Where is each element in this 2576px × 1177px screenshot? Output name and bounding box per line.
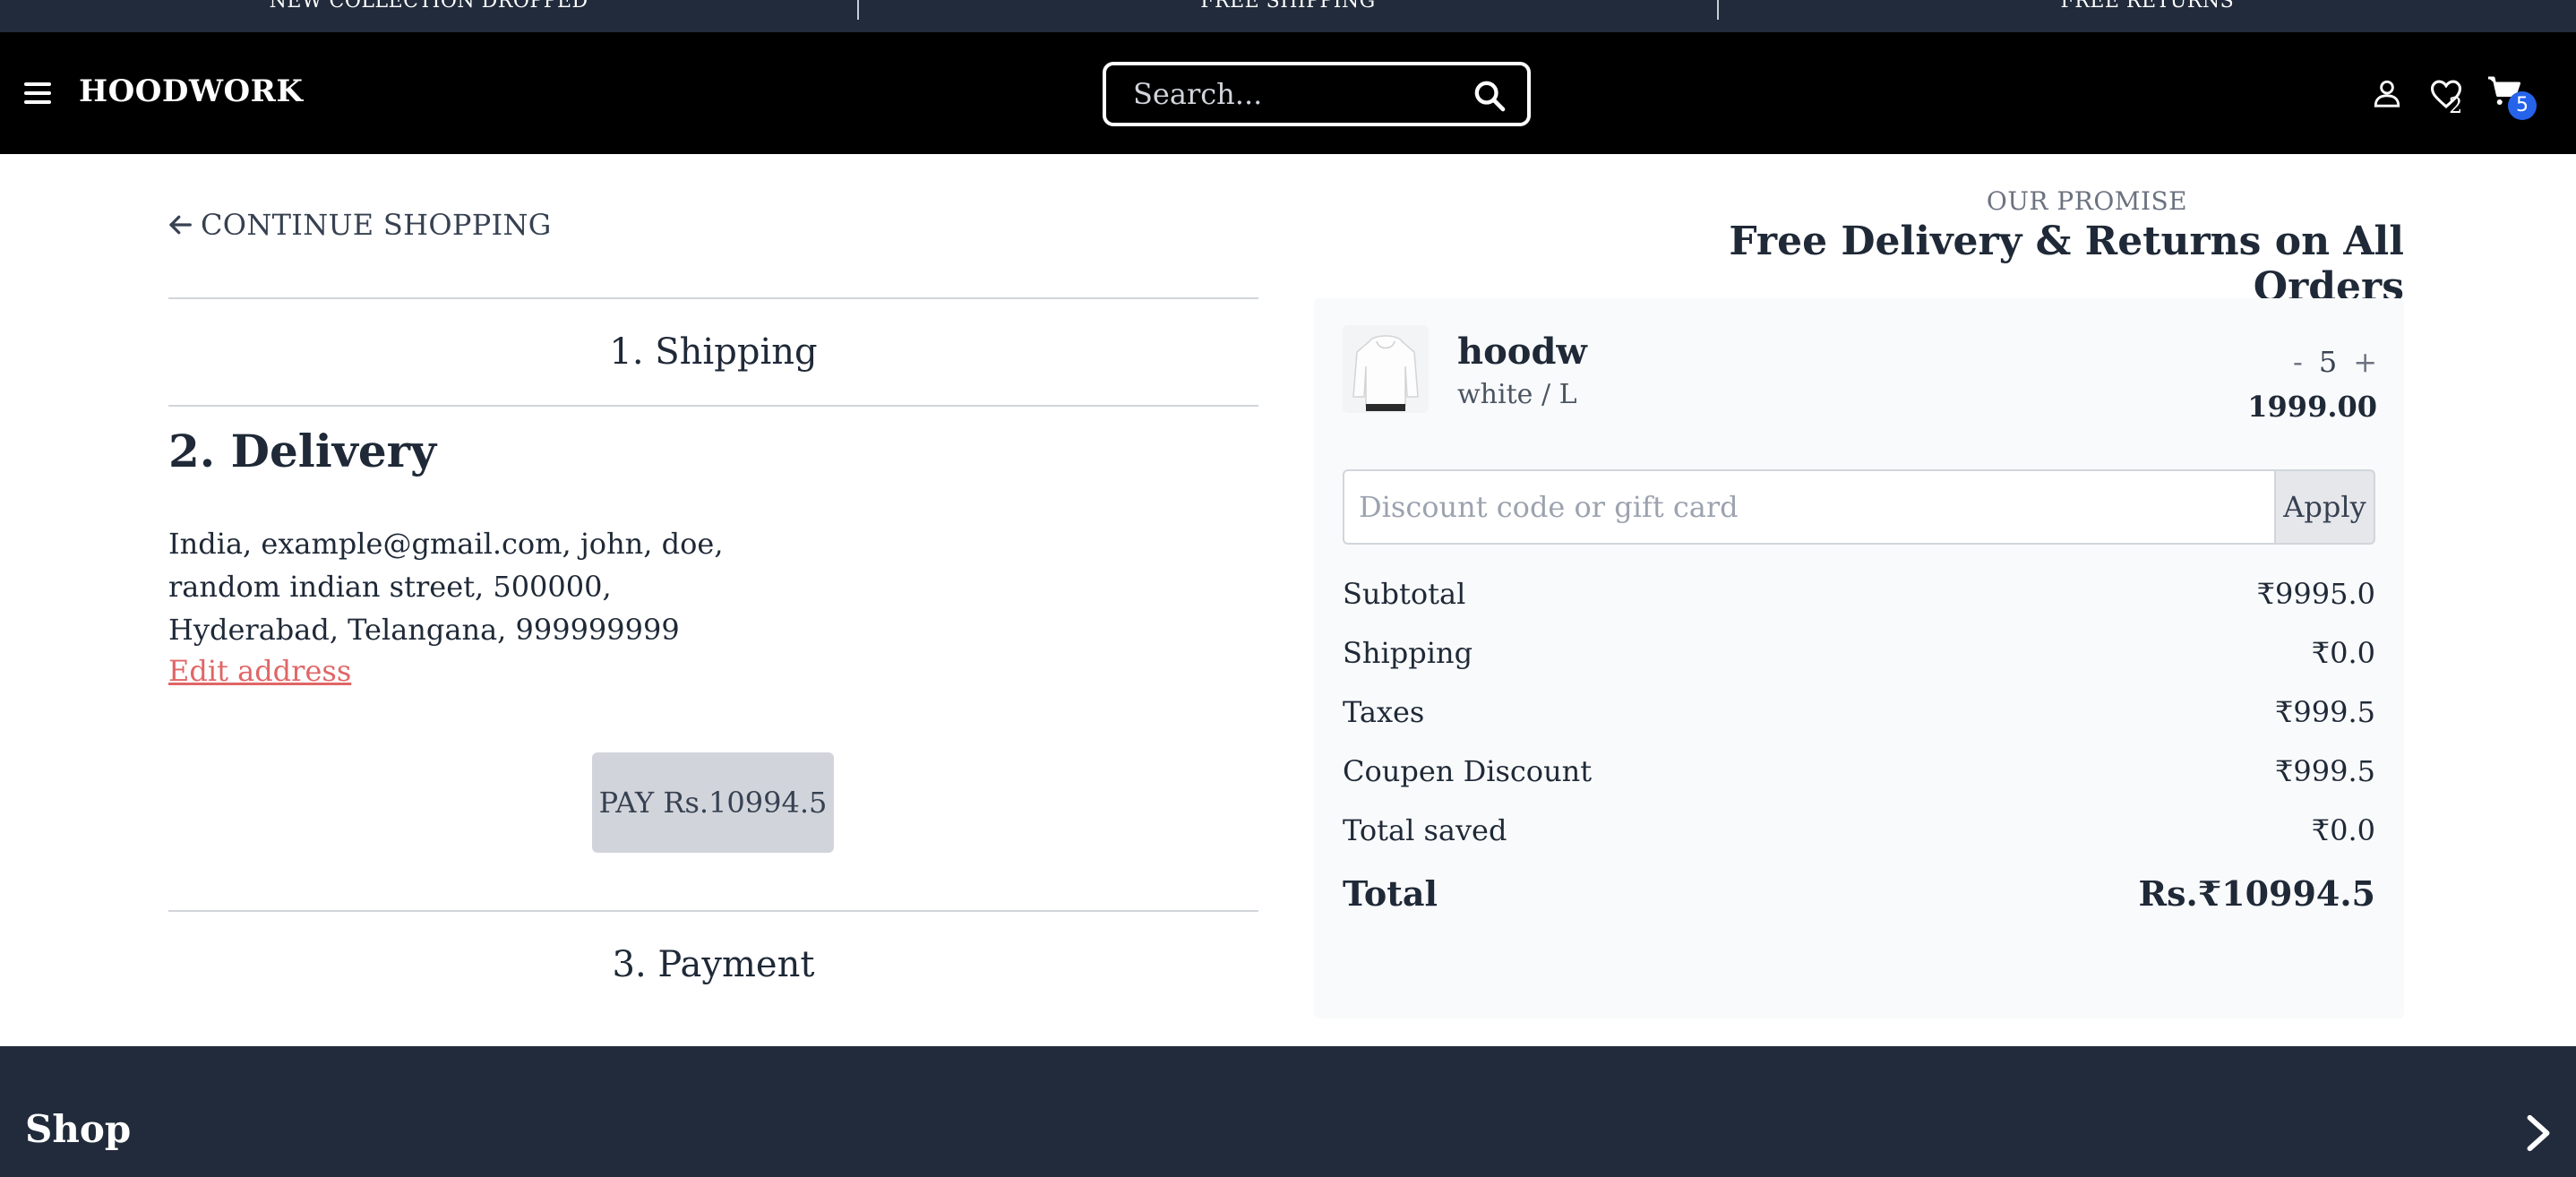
quantity-stepper: - 5 + — [2277, 345, 2377, 379]
summary-value: ₹0.0 — [2311, 636, 2375, 670]
hamburger-menu-icon[interactable] — [24, 82, 51, 104]
announcement-free-returns: FREE RETURNS — [2060, 0, 2235, 13]
continue-shopping-label: CONTINUE SHOPPING — [201, 208, 552, 242]
search-input[interactable] — [1133, 73, 1455, 116]
summary-label: Subtotal — [1343, 577, 1466, 611]
product-variant: white / L — [1457, 379, 1577, 410]
summary-row-total-saved: Total saved ₹0.0 — [1343, 813, 2375, 847]
product-thumbnail — [1343, 325, 1429, 413]
announcement-bar: NEW COLLECTION DROPPED FREE SHIPPING FRE… — [0, 0, 2576, 32]
search-icon[interactable] — [1472, 78, 1507, 114]
site-header: HOODWORK 2 5 — [0, 32, 2576, 154]
summary-value: ₹999.5 — [2275, 754, 2375, 788]
site-footer: Shop — [0, 1046, 2576, 1177]
discount-form: Apply — [1343, 469, 2375, 545]
apply-discount-button[interactable]: Apply — [2274, 469, 2375, 545]
search-box — [1103, 62, 1531, 126]
promise-label: OUR PROMISE — [1986, 186, 2188, 216]
brand-logo[interactable]: HOODWORK — [79, 73, 303, 109]
summary-row-shipping: Shipping ₹0.0 — [1343, 636, 2375, 670]
user-icon[interactable] — [2372, 77, 2402, 109]
qty-value: 5 — [2318, 345, 2338, 379]
address-line: India, example@gmail.com, john, doe, — [168, 527, 724, 561]
hoodie-image-icon — [1343, 325, 1429, 413]
summary-label: Coupen Discount — [1343, 754, 1593, 788]
summary-row-coupon-discount: Coupen Discount ₹999.5 — [1343, 754, 2375, 788]
section-divider — [168, 297, 1258, 299]
total-value: Rs.₹10994.5 — [2138, 873, 2375, 914]
step-shipping[interactable]: 1. Shipping — [168, 331, 1258, 373]
qty-increase-button[interactable]: + — [2353, 345, 2377, 379]
cart-count-badge: 5 — [2508, 91, 2537, 120]
summary-value: ₹999.5 — [2275, 695, 2375, 729]
summary-row-taxes: Taxes ₹999.5 — [1343, 695, 2375, 729]
arrow-left-icon — [169, 215, 192, 235]
summary-row-subtotal: Subtotal ₹9995.0 — [1343, 577, 2375, 611]
section-divider — [168, 910, 1258, 912]
address-line: Hyderabad, Telangana, 999999999 — [168, 613, 680, 647]
chevron-right-icon[interactable] — [2524, 1113, 2553, 1154]
order-summary: hoodw white / L - 5 + 1999.00 Apply Subt… — [1314, 298, 2404, 1018]
summary-label: Taxes — [1343, 695, 1425, 729]
announcement-new-collection: NEW COLLECTION DROPPED — [269, 0, 588, 13]
address-line: random indian street, 500000, — [168, 570, 612, 604]
summary-row-total: Total Rs.₹10994.5 — [1343, 873, 2375, 914]
announcement-free-shipping: FREE SHIPPING — [1200, 0, 1376, 13]
summary-value: ₹0.0 — [2311, 813, 2375, 847]
promise-title: Free Delivery & Returns on All Orders — [1729, 219, 2404, 310]
edit-address-link[interactable]: Edit address — [168, 654, 351, 688]
summary-value: ₹9995.0 — [2256, 577, 2375, 611]
step-payment[interactable]: 3. Payment — [168, 944, 1258, 985]
discount-code-input[interactable] — [1343, 469, 2274, 545]
product-price: 1999.00 — [2247, 390, 2377, 424]
step-delivery-title: 2. Delivery — [168, 425, 437, 477]
total-label: Total — [1343, 873, 1438, 914]
section-divider — [168, 405, 1258, 407]
pay-button[interactable]: PAY Rs.10994.5 — [592, 752, 834, 853]
qty-decrease-button[interactable]: - — [2293, 345, 2303, 379]
summary-label: Total saved — [1343, 813, 1507, 847]
wishlist-count: 2 — [2449, 93, 2463, 118]
continue-shopping-link[interactable]: CONTINUE SHOPPING — [167, 208, 552, 242]
product-name: hoodw — [1457, 331, 1587, 373]
summary-label: Shipping — [1343, 636, 1473, 670]
footer-shop-heading[interactable]: Shop — [25, 1107, 131, 1151]
